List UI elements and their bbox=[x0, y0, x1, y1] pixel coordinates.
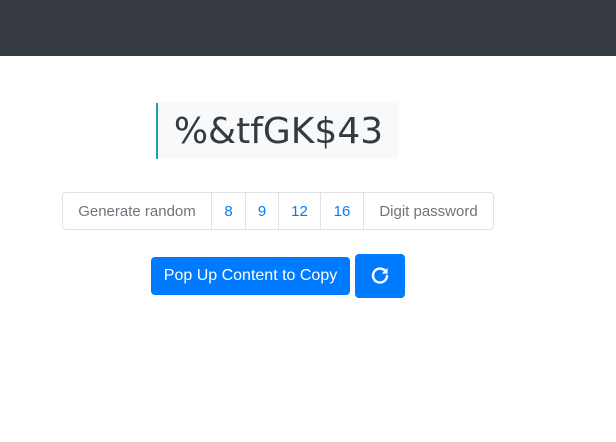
length-suffix-label: Digit password bbox=[379, 202, 478, 220]
length-option-8[interactable]: 8 bbox=[212, 193, 246, 229]
refresh-button[interactable] bbox=[355, 254, 405, 298]
password-length-selector: Generate random 8 9 12 16 Digit password bbox=[62, 192, 494, 230]
refresh-icon bbox=[370, 266, 390, 286]
length-option-9[interactable]: 9 bbox=[246, 193, 279, 229]
generated-password-text: %&tfGK$43 bbox=[173, 110, 384, 152]
top-navbar bbox=[0, 0, 616, 56]
password-display: %&tfGK$43 bbox=[156, 103, 399, 159]
length-option-16[interactable]: 16 bbox=[321, 193, 364, 229]
length-prefix-label: Generate random bbox=[63, 193, 212, 229]
length-option-12[interactable]: 12 bbox=[279, 193, 321, 229]
copy-popup-button[interactable]: Pop Up Content to Copy bbox=[151, 257, 350, 295]
